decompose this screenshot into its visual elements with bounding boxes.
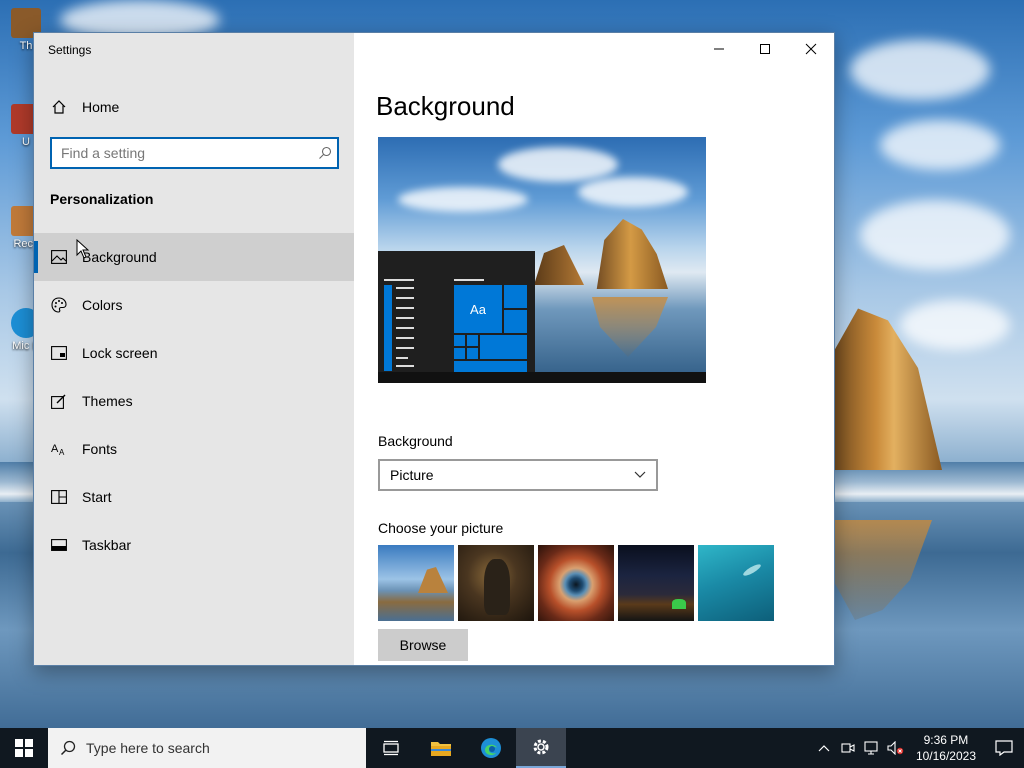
svg-text:A: A (51, 443, 59, 455)
browse-button[interactable]: Browse (378, 629, 468, 661)
maximize-button[interactable] (742, 33, 788, 65)
window-caption-buttons (696, 33, 834, 65)
chevron-down-icon (634, 471, 646, 478)
page-title: Background (376, 91, 515, 121)
personalization-nav: Background Colors Lock screen Themes A A… (34, 233, 354, 569)
nav-item-label: Themes (82, 393, 133, 409)
settings-window: Settings Home Personalization Background (33, 32, 835, 666)
notification-center-icon[interactable] (984, 740, 1024, 756)
picture-thumbnails (378, 545, 774, 621)
chevron-up-icon[interactable] (812, 744, 836, 752)
find-setting-search[interactable] (50, 137, 339, 169)
nav-item-label: Start (82, 489, 112, 505)
nav-item-start[interactable]: Start (34, 473, 354, 521)
windows-logo-icon (15, 739, 33, 757)
nav-item-lock-screen[interactable]: Lock screen (34, 329, 354, 377)
nav-item-label: Background (82, 249, 157, 265)
background-type-dropdown[interactable]: Picture (378, 459, 658, 491)
nav-item-colors[interactable]: Colors (34, 281, 354, 329)
network-icon[interactable] (860, 741, 884, 755)
nav-item-label: Lock screen (82, 345, 158, 361)
taskbar-search-box[interactable]: Type here to search (48, 728, 366, 768)
background-type-label: Background (378, 433, 453, 449)
gear-icon (533, 739, 549, 755)
desktop-icon-label: U (22, 136, 30, 148)
fonts-icon: AA (34, 442, 82, 456)
search-input[interactable] (52, 139, 313, 167)
sidebar: Settings Home Personalization Background (34, 33, 354, 665)
start-button[interactable] (0, 728, 48, 768)
picture-thumbnail[interactable] (378, 545, 454, 621)
taskbar-icon (34, 539, 82, 551)
themes-icon (34, 393, 82, 409)
edge-button[interactable] (466, 728, 516, 768)
minimize-button[interactable] (696, 33, 742, 65)
volume-muted-icon[interactable] (884, 741, 908, 755)
palette-icon (34, 297, 82, 313)
dropdown-value: Picture (390, 467, 434, 483)
picture-icon (34, 250, 82, 264)
close-button[interactable] (788, 33, 834, 65)
clock[interactable]: 9:36 PM 10/16/2023 (908, 732, 984, 764)
clock-date: 10/16/2023 (915, 749, 976, 763)
start-icon (34, 490, 82, 504)
picture-thumbnail[interactable] (538, 545, 614, 621)
system-tray: 9:36 PM 10/16/2023 (812, 728, 1024, 768)
close-icon (805, 43, 817, 55)
search-icon (60, 740, 76, 756)
svg-text:A: A (59, 448, 65, 456)
picture-thumbnail[interactable] (458, 545, 534, 621)
desktop-icon-label: Th (19, 40, 33, 52)
window-title: Settings (48, 43, 92, 57)
mouse-cursor-icon (76, 239, 90, 259)
nav-item-taskbar[interactable]: Taskbar (34, 521, 354, 569)
nav-item-label: Colors (82, 297, 123, 313)
settings-taskbar-button[interactable] (516, 728, 566, 768)
folder-icon (431, 742, 451, 756)
picture-thumbnail[interactable] (618, 545, 694, 621)
nav-item-label: Fonts (82, 441, 118, 457)
minimize-icon (714, 48, 724, 50)
home-nav-item[interactable]: Home (34, 89, 354, 125)
edge-icon (481, 738, 501, 758)
meet-now-icon[interactable] (836, 741, 860, 755)
home-icon (34, 99, 82, 115)
clock-time: 9:36 PM (923, 733, 969, 747)
home-label: Home (82, 99, 120, 115)
choose-picture-label: Choose your picture (378, 520, 504, 536)
main-content: Background Aa Background Picture Choose … (354, 33, 834, 665)
section-title: Personalization (50, 191, 154, 207)
preview-start-menu: Aa (378, 251, 535, 372)
taskbar: Type here to search 9:36 PM 10/16/2023 (0, 728, 1024, 768)
file-explorer-button[interactable] (416, 728, 466, 768)
taskbar-search-text: Type here to search (86, 740, 210, 756)
nav-item-label: Taskbar (82, 537, 132, 553)
nav-item-themes[interactable]: Themes (34, 377, 354, 425)
maximize-icon (760, 44, 770, 54)
background-preview: Aa (378, 137, 706, 383)
search-icon[interactable] (313, 146, 337, 160)
nav-item-fonts[interactable]: AA Fonts (34, 425, 354, 473)
lock-screen-icon (34, 346, 82, 360)
preview-tile: Aa (454, 285, 502, 333)
task-view-button[interactable] (366, 728, 416, 768)
task-view-icon (383, 740, 399, 756)
picture-thumbnail[interactable] (698, 545, 774, 621)
